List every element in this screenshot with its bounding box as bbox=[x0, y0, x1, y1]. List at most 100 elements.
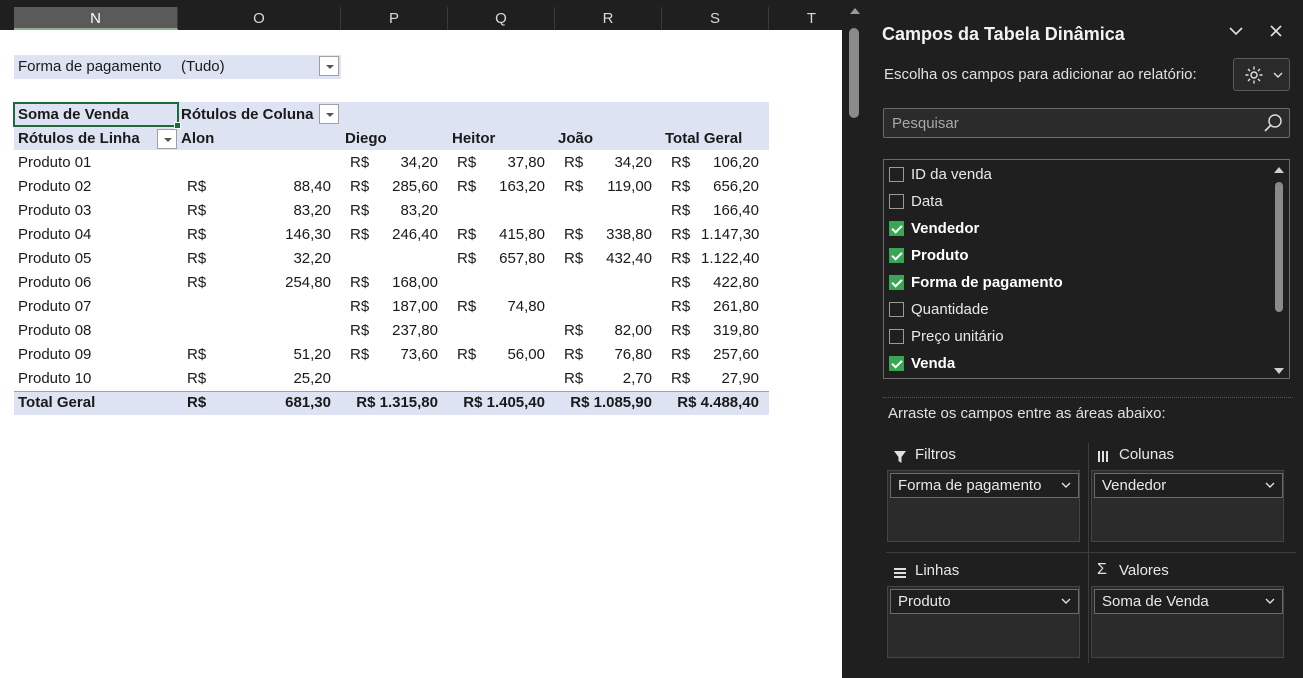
tools-button[interactable] bbox=[1233, 58, 1290, 91]
value-cell[interactable]: 254,80 bbox=[241, 271, 331, 295]
field-checkbox[interactable] bbox=[889, 275, 904, 290]
value-cell[interactable]: 34,20 bbox=[594, 151, 652, 175]
value-cell[interactable]: 338,80 bbox=[594, 223, 652, 247]
value-cell[interactable]: 146,30 bbox=[241, 223, 331, 247]
field-list[interactable]: ID da venda Data Vendedor Produto Forma de p… bbox=[883, 159, 1290, 379]
column-header-o[interactable]: O bbox=[178, 7, 341, 30]
value-cell[interactable]: 257,60 bbox=[701, 343, 759, 367]
value-cell[interactable]: 166,40 bbox=[701, 199, 759, 223]
field-checkbox[interactable] bbox=[889, 221, 904, 236]
value-cell[interactable]: 83,20 bbox=[380, 199, 438, 223]
value-cell[interactable]: 163,20 bbox=[487, 175, 545, 199]
area-rows-item[interactable]: Produto bbox=[890, 589, 1079, 614]
total-grand[interactable]: R$ 4.488,40 bbox=[662, 391, 759, 415]
value-cell[interactable]: 32,20 bbox=[241, 247, 331, 271]
grand-total-header[interactable]: Total Geral bbox=[665, 127, 742, 151]
value-cell[interactable]: 83,20 bbox=[241, 199, 331, 223]
close-icon[interactable] bbox=[1264, 22, 1288, 46]
field-list-scrollbar-thumb[interactable] bbox=[1275, 182, 1283, 312]
value-cell[interactable]: 415,80 bbox=[487, 223, 545, 247]
scroll-up-arrow-icon[interactable] bbox=[850, 8, 860, 14]
column-header-s[interactable]: S bbox=[662, 7, 769, 30]
total-alon-currency[interactable]: R$ bbox=[187, 391, 206, 415]
column-header-r[interactable]: R bbox=[555, 7, 662, 30]
chevron-down-icon[interactable] bbox=[1224, 22, 1248, 46]
chevron-down-icon[interactable] bbox=[1061, 478, 1071, 492]
scrollbar-thumb[interactable] bbox=[849, 28, 859, 118]
value-cell[interactable]: 1.122,40 bbox=[701, 247, 759, 271]
value-cell[interactable]: 56,00 bbox=[487, 343, 545, 367]
value-cell[interactable]: 657,80 bbox=[487, 247, 545, 271]
filter-dropdown-button[interactable] bbox=[319, 56, 339, 76]
search-icon[interactable] bbox=[1263, 113, 1283, 137]
field-checkbox[interactable] bbox=[889, 194, 904, 209]
field-checkbox[interactable] bbox=[889, 356, 904, 371]
field-checkbox[interactable] bbox=[889, 167, 904, 182]
row-label[interactable]: Produto 07 bbox=[18, 295, 91, 319]
value-cell[interactable]: 74,80 bbox=[487, 295, 545, 319]
row-label[interactable]: Produto 04 bbox=[18, 223, 91, 247]
seller-header-diego[interactable]: Diego bbox=[345, 127, 387, 151]
total-alon-value[interactable]: 681,30 bbox=[241, 391, 331, 415]
value-cell[interactable]: 34,20 bbox=[380, 151, 438, 175]
row-label[interactable]: Produto 01 bbox=[18, 151, 91, 175]
value-cell[interactable]: 246,40 bbox=[380, 223, 438, 247]
row-label[interactable]: Produto 05 bbox=[18, 247, 91, 271]
row-label[interactable]: Produto 02 bbox=[18, 175, 91, 199]
value-cell[interactable]: 88,40 bbox=[241, 175, 331, 199]
spreadsheet-grid[interactable]: N O P Q R S T Forma de pagamento (Tudo) … bbox=[0, 0, 842, 678]
field-search-input[interactable]: Pesquisar bbox=[883, 108, 1290, 138]
seller-header-alon[interactable]: Alon bbox=[181, 127, 214, 151]
row-label[interactable]: Produto 08 bbox=[18, 319, 91, 343]
seller-header-joao[interactable]: João bbox=[558, 127, 593, 151]
value-cell[interactable]: 73,60 bbox=[380, 343, 438, 367]
chevron-down-icon[interactable] bbox=[1265, 478, 1275, 492]
column-header-p[interactable]: P bbox=[341, 7, 448, 30]
chevron-down-icon[interactable] bbox=[1265, 594, 1275, 608]
row-labels-dropdown-button[interactable] bbox=[157, 129, 177, 149]
value-cell[interactable]: 261,80 bbox=[701, 295, 759, 319]
value-cell[interactable]: 422,80 bbox=[701, 271, 759, 295]
area-filters-item[interactable]: Forma de pagamento bbox=[890, 473, 1079, 498]
row-label[interactable]: Produto 09 bbox=[18, 343, 91, 367]
field-checkbox[interactable] bbox=[889, 248, 904, 263]
area-columns-item[interactable]: Vendedor bbox=[1094, 473, 1283, 498]
value-cell[interactable]: 319,80 bbox=[701, 319, 759, 343]
area-filters-dropzone[interactable]: Forma de pagamento bbox=[887, 470, 1080, 542]
row-label[interactable]: Produto 03 bbox=[18, 199, 91, 223]
row-labels-title[interactable]: Rótulos de Linha bbox=[18, 127, 140, 151]
area-rows-dropzone[interactable]: Produto bbox=[887, 586, 1080, 658]
row-label[interactable]: Produto 10 bbox=[18, 367, 91, 391]
value-cell[interactable]: 25,20 bbox=[241, 367, 331, 391]
field-checkbox[interactable] bbox=[889, 302, 904, 317]
area-values-item[interactable]: Soma de Venda bbox=[1094, 589, 1283, 614]
column-labels-title[interactable]: Rótulos de Coluna bbox=[181, 103, 314, 127]
total-heitor[interactable]: R$ 1.405,40 bbox=[448, 391, 545, 415]
column-labels-dropdown-button[interactable] bbox=[319, 104, 339, 124]
total-diego[interactable]: R$ 1.315,80 bbox=[341, 391, 438, 415]
value-cell[interactable]: 656,20 bbox=[701, 175, 759, 199]
value-cell[interactable]: 432,40 bbox=[594, 247, 652, 271]
row-label[interactable]: Produto 06 bbox=[18, 271, 91, 295]
total-joao[interactable]: R$ 1.085,90 bbox=[555, 391, 652, 415]
value-cell[interactable]: 2,70 bbox=[594, 367, 652, 391]
value-cell[interactable]: 285,60 bbox=[380, 175, 438, 199]
value-cell[interactable]: 37,80 bbox=[487, 151, 545, 175]
value-cell[interactable]: 76,80 bbox=[594, 343, 652, 367]
column-header-q[interactable]: Q bbox=[448, 7, 555, 30]
value-cell[interactable]: 237,80 bbox=[380, 319, 438, 343]
field-list-scrollbar[interactable] bbox=[1273, 164, 1285, 374]
value-cell[interactable]: 187,00 bbox=[380, 295, 438, 319]
value-cell[interactable]: 119,00 bbox=[594, 175, 652, 199]
value-cell[interactable]: 51,20 bbox=[241, 343, 331, 367]
field-checkbox[interactable] bbox=[889, 329, 904, 344]
value-cell[interactable]: 106,20 bbox=[701, 151, 759, 175]
scroll-down-arrow-icon[interactable] bbox=[1274, 368, 1284, 374]
value-cell[interactable]: 27,90 bbox=[701, 367, 759, 391]
area-values-dropzone[interactable]: Soma de Venda bbox=[1091, 586, 1284, 658]
value-cell[interactable]: 168,00 bbox=[380, 271, 438, 295]
column-header-n[interactable]: N bbox=[14, 7, 178, 30]
chevron-down-icon[interactable] bbox=[1061, 594, 1071, 608]
seller-header-heitor[interactable]: Heitor bbox=[452, 127, 495, 151]
value-cell[interactable]: 82,00 bbox=[594, 319, 652, 343]
